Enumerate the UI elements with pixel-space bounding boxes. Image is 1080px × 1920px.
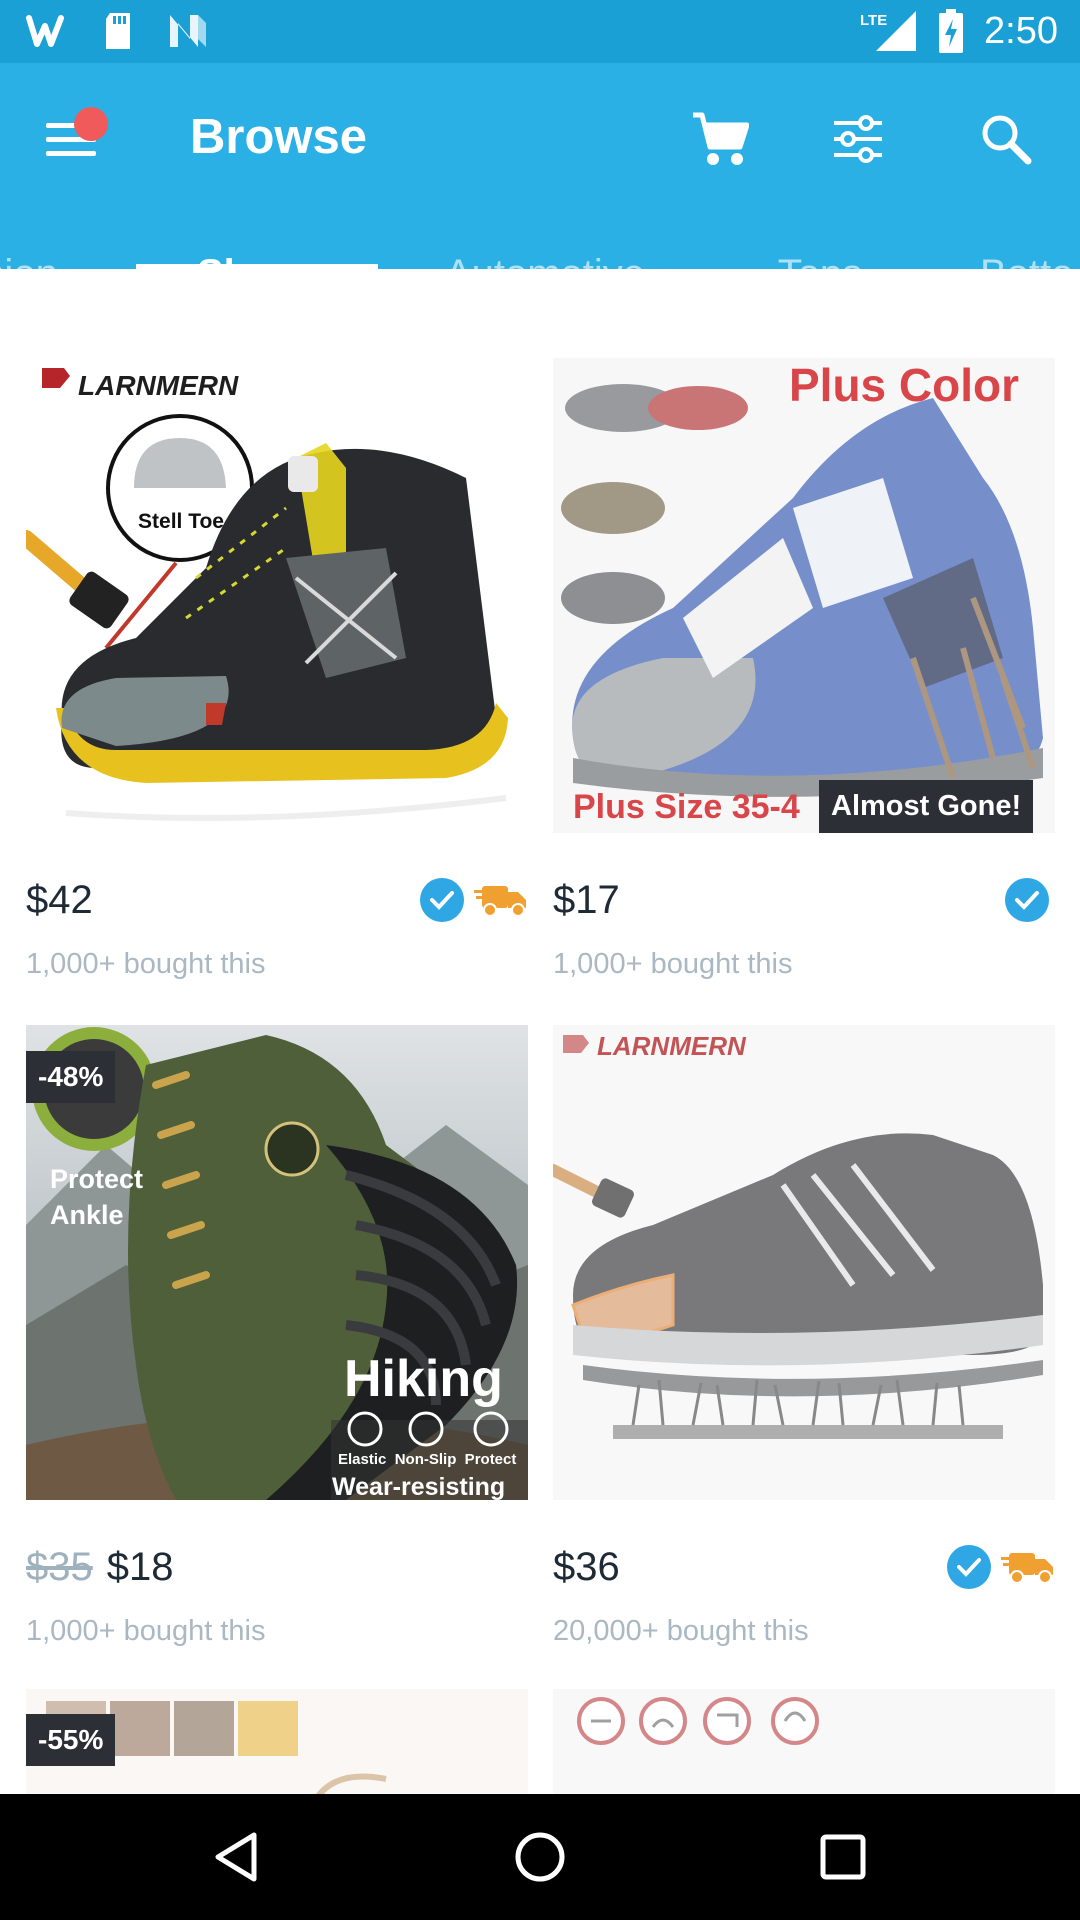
brand-label: LARNMERN [597, 1031, 746, 1061]
feature-list: Elastic Non-Slip Protect [338, 1451, 517, 1468]
product-card[interactable]: LARNMERN Stell Toe $42 1,000+ bought thi… [26, 358, 528, 980]
signal-icon: LTE [858, 10, 918, 52]
svg-text:LTE: LTE [860, 12, 887, 29]
image-headline: Hiking [344, 1350, 503, 1408]
fast-shipping-icon [474, 886, 526, 917]
recents-icon [820, 1834, 866, 1880]
discount-tag: -48% [26, 1051, 116, 1103]
wish-logo-icon [26, 10, 70, 52]
product-image[interactable]: -48% Protect Ankle Hiking Elastic Non-Sl… [26, 1025, 528, 1500]
price: $36 [553, 1545, 620, 1589]
product-feed[interactable]: LARNMERN Stell Toe $42 1,000+ bought thi… [0, 336, 1080, 1794]
page-title: Browse [190, 110, 368, 164]
price-row: $35 $18 [26, 1545, 528, 1595]
verified-icon [947, 1545, 991, 1589]
price: $17 [553, 878, 620, 922]
product-image[interactable]: Plus Color Plus Size 35-4 Almost Gone! [553, 358, 1055, 833]
image-footer: Plus Size 35-4 [573, 788, 800, 826]
home-button[interactable] [490, 1814, 590, 1900]
system-nav-bar [0, 1794, 1080, 1920]
feature-label: Stell Toe [138, 510, 224, 533]
status-bar: LTE 2:50 [0, 0, 1080, 63]
sd-card-icon [96, 10, 140, 52]
image-footer: Wear-resisting [332, 1473, 506, 1500]
product-image[interactable] [553, 1689, 1055, 1794]
filter-icon [834, 115, 882, 163]
verified-icon [420, 878, 464, 922]
clock: 2:50 [984, 9, 1058, 52]
tab-fashion[interactable]: hion [0, 216, 80, 332]
tab-automotive[interactable]: Automotive [420, 216, 670, 332]
price: $42 [26, 878, 93, 922]
sale-price: $18 [106, 1545, 174, 1589]
back-button[interactable] [186, 1814, 286, 1900]
discount-tag: -55% [26, 1714, 116, 1766]
product-card[interactable]: Plus Color Plus Size 35-4 Almost Gone! $… [553, 358, 1055, 980]
product-card[interactable] [553, 1689, 1055, 1794]
category-tabs: hion Shoes Automotive Tops Botto [0, 216, 1080, 332]
bought-count: 20,000+ bought this [553, 1615, 809, 1647]
price-row: $42 [26, 878, 528, 928]
product-card[interactable]: -55% [26, 1689, 528, 1794]
verified-icon [1005, 878, 1049, 922]
search-icon [982, 115, 1032, 165]
recents-button[interactable] [793, 1814, 893, 1900]
product-card[interactable]: -48% Protect Ankle Hiking Elastic Non-Sl… [26, 1025, 528, 1647]
badges [1005, 878, 1049, 922]
cart-button[interactable] [680, 99, 760, 179]
brand-label: LARNMERN [78, 370, 239, 401]
active-tab-indicator [136, 264, 378, 270]
tab-bottoms[interactable]: Botto [980, 216, 1080, 332]
notification-dot [74, 107, 108, 141]
product-image[interactable]: LARNMERN Stell Toe [26, 358, 528, 833]
badges [947, 1545, 1055, 1589]
bought-count: 1,000+ bought this [26, 1615, 266, 1647]
home-icon [515, 1832, 565, 1882]
image-headline: Plus Color [789, 359, 1020, 411]
price-row: $36 [553, 1545, 1055, 1595]
filter-button[interactable] [818, 99, 898, 179]
tab-shoes[interactable]: Shoes [136, 216, 378, 332]
badges [420, 878, 528, 922]
original-price: $35 [26, 1545, 93, 1589]
bought-count: 1,000+ bought this [553, 948, 793, 980]
menu-button[interactable] [36, 99, 110, 171]
almost-gone-tag: Almost Gone! [819, 780, 1034, 833]
cart-icon [693, 112, 749, 165]
tab-tops[interactable]: Tops [760, 216, 880, 332]
battery-icon [936, 9, 966, 53]
product-image[interactable]: -55% [26, 1689, 528, 1794]
product-card[interactable]: LARNMERN $36 20,000+ bought this [553, 1025, 1055, 1647]
search-button[interactable] [966, 99, 1046, 179]
bought-count: 1,000+ bought this [26, 948, 266, 980]
fast-shipping-icon [1001, 1553, 1053, 1584]
product-image[interactable]: LARNMERN [553, 1025, 1055, 1500]
price-row: $17 [553, 878, 1055, 928]
app-bar: Browse hion Shoes Automotive Tops Botto [0, 63, 1080, 296]
n-notification-icon [166, 10, 210, 52]
price: $35 $18 [26, 1545, 174, 1590]
feature-label: Protect Ankle [50, 1164, 144, 1230]
back-icon [215, 1832, 257, 1882]
